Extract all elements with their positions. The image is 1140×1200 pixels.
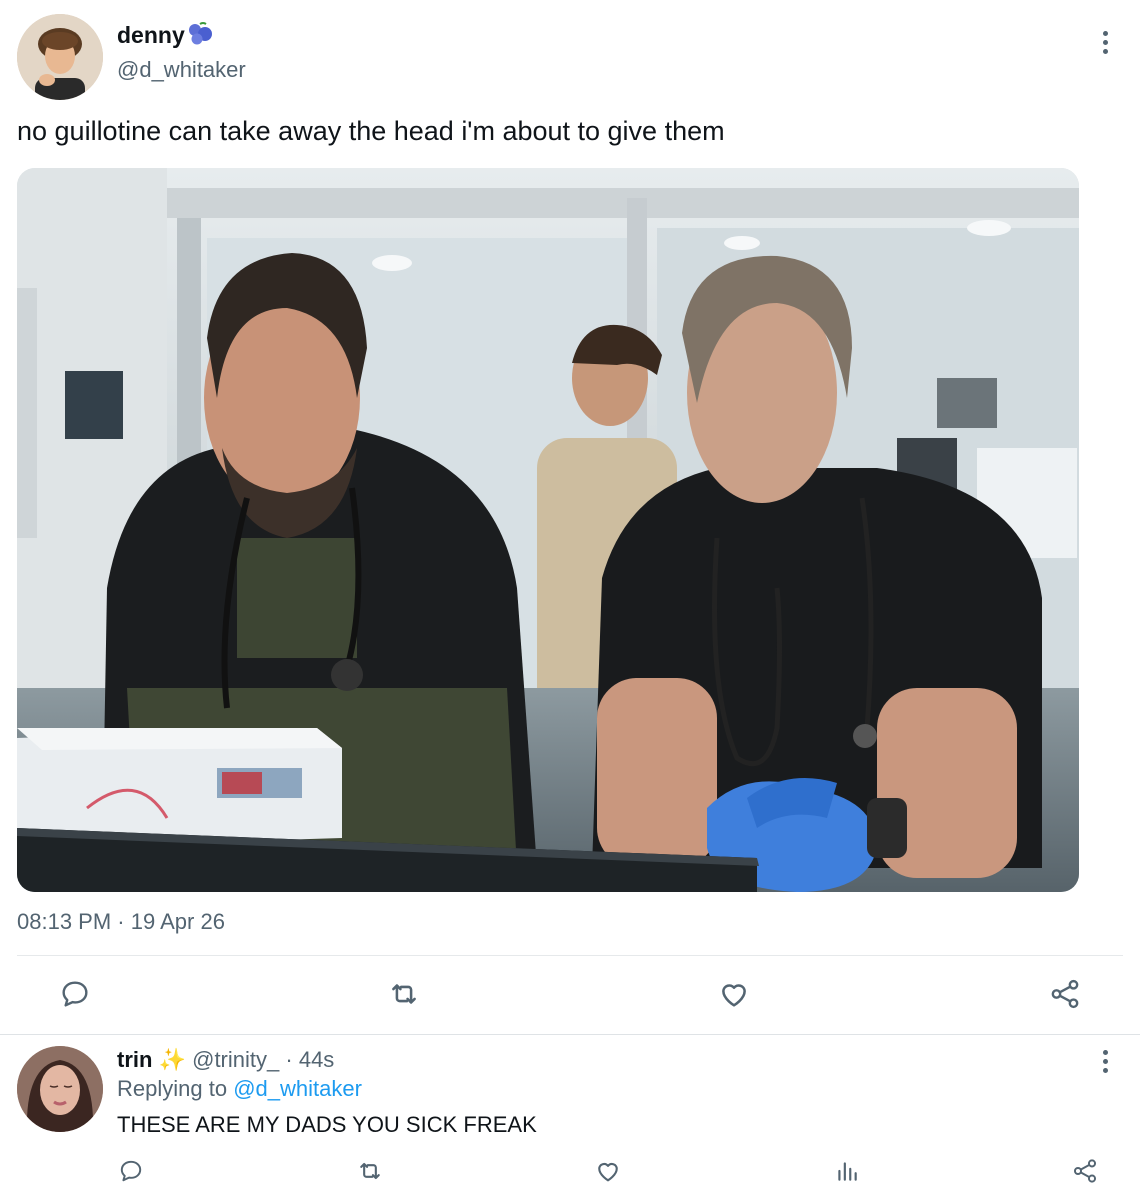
- reply-analytics-button[interactable]: [832, 1156, 862, 1186]
- reply-icon: [62, 981, 88, 1007]
- reply-button[interactable]: [57, 976, 93, 1012]
- reply-header: trin ✨ @trinity_ · 44s: [117, 1047, 334, 1073]
- reply-author-avatar-image: [17, 1046, 103, 1132]
- replying-to-line: Replying to @d_whitaker: [117, 1076, 362, 1102]
- replying-to-handle-link[interactable]: @d_whitaker: [233, 1076, 362, 1101]
- tweet-time: 08:13 PM: [17, 909, 112, 934]
- author-avatar[interactable]: [17, 14, 103, 100]
- tweet-text: no guillotine can take away the head i'm…: [17, 116, 725, 146]
- reply-icon: [120, 1160, 142, 1182]
- retweet-icon: [360, 1162, 380, 1180]
- more-options-button[interactable]: [1093, 26, 1117, 58]
- retweet-icon: [392, 984, 416, 1004]
- like-icon: [722, 984, 746, 1007]
- analytics-icon: [838, 1162, 857, 1181]
- tweet-timestamp[interactable]: 08:13 PM · 19 Apr 26: [17, 909, 225, 935]
- author-name[interactable]: denny: [117, 21, 185, 49]
- author-avatar-image: [17, 14, 103, 100]
- share-button[interactable]: [1047, 976, 1083, 1012]
- reply-reply-button[interactable]: [116, 1156, 146, 1186]
- share-icon: [1073, 1159, 1097, 1183]
- reply-share-button[interactable]: [1070, 1156, 1100, 1186]
- like-icon: [598, 1162, 618, 1182]
- divider: [17, 955, 1123, 956]
- reply-author-avatar[interactable]: [17, 1046, 103, 1132]
- tweet-media-photo[interactable]: [17, 168, 1079, 892]
- reply-author-name[interactable]: trin: [117, 1047, 152, 1072]
- reply-separator: ·: [285, 1047, 293, 1072]
- tweet-date: 19 Apr 26: [130, 909, 225, 934]
- author-handle[interactable]: @d_whitaker: [117, 57, 246, 83]
- reply-retweet-button[interactable]: [355, 1156, 385, 1186]
- reply-like-button[interactable]: [593, 1156, 623, 1186]
- share-icon: [1051, 979, 1079, 1009]
- reply-age[interactable]: 44s: [299, 1047, 334, 1072]
- like-button[interactable]: [716, 976, 752, 1012]
- blueberries-emoji-icon: [186, 21, 216, 47]
- timestamp-separator: ·: [117, 909, 125, 934]
- reply-more-options-button[interactable]: [1093, 1045, 1117, 1077]
- photo-icon: [17, 168, 1079, 892]
- reply-text: THESE ARE MY DADS YOU SICK FREAK: [117, 1112, 537, 1137]
- sparkles-emoji-icon: ✨: [158, 1047, 186, 1072]
- replying-to-prefix: Replying to: [117, 1076, 228, 1101]
- tweet-divider: [0, 1034, 1140, 1035]
- retweet-button[interactable]: [386, 976, 422, 1012]
- reply-author-handle[interactable]: @trinity_: [192, 1047, 279, 1072]
